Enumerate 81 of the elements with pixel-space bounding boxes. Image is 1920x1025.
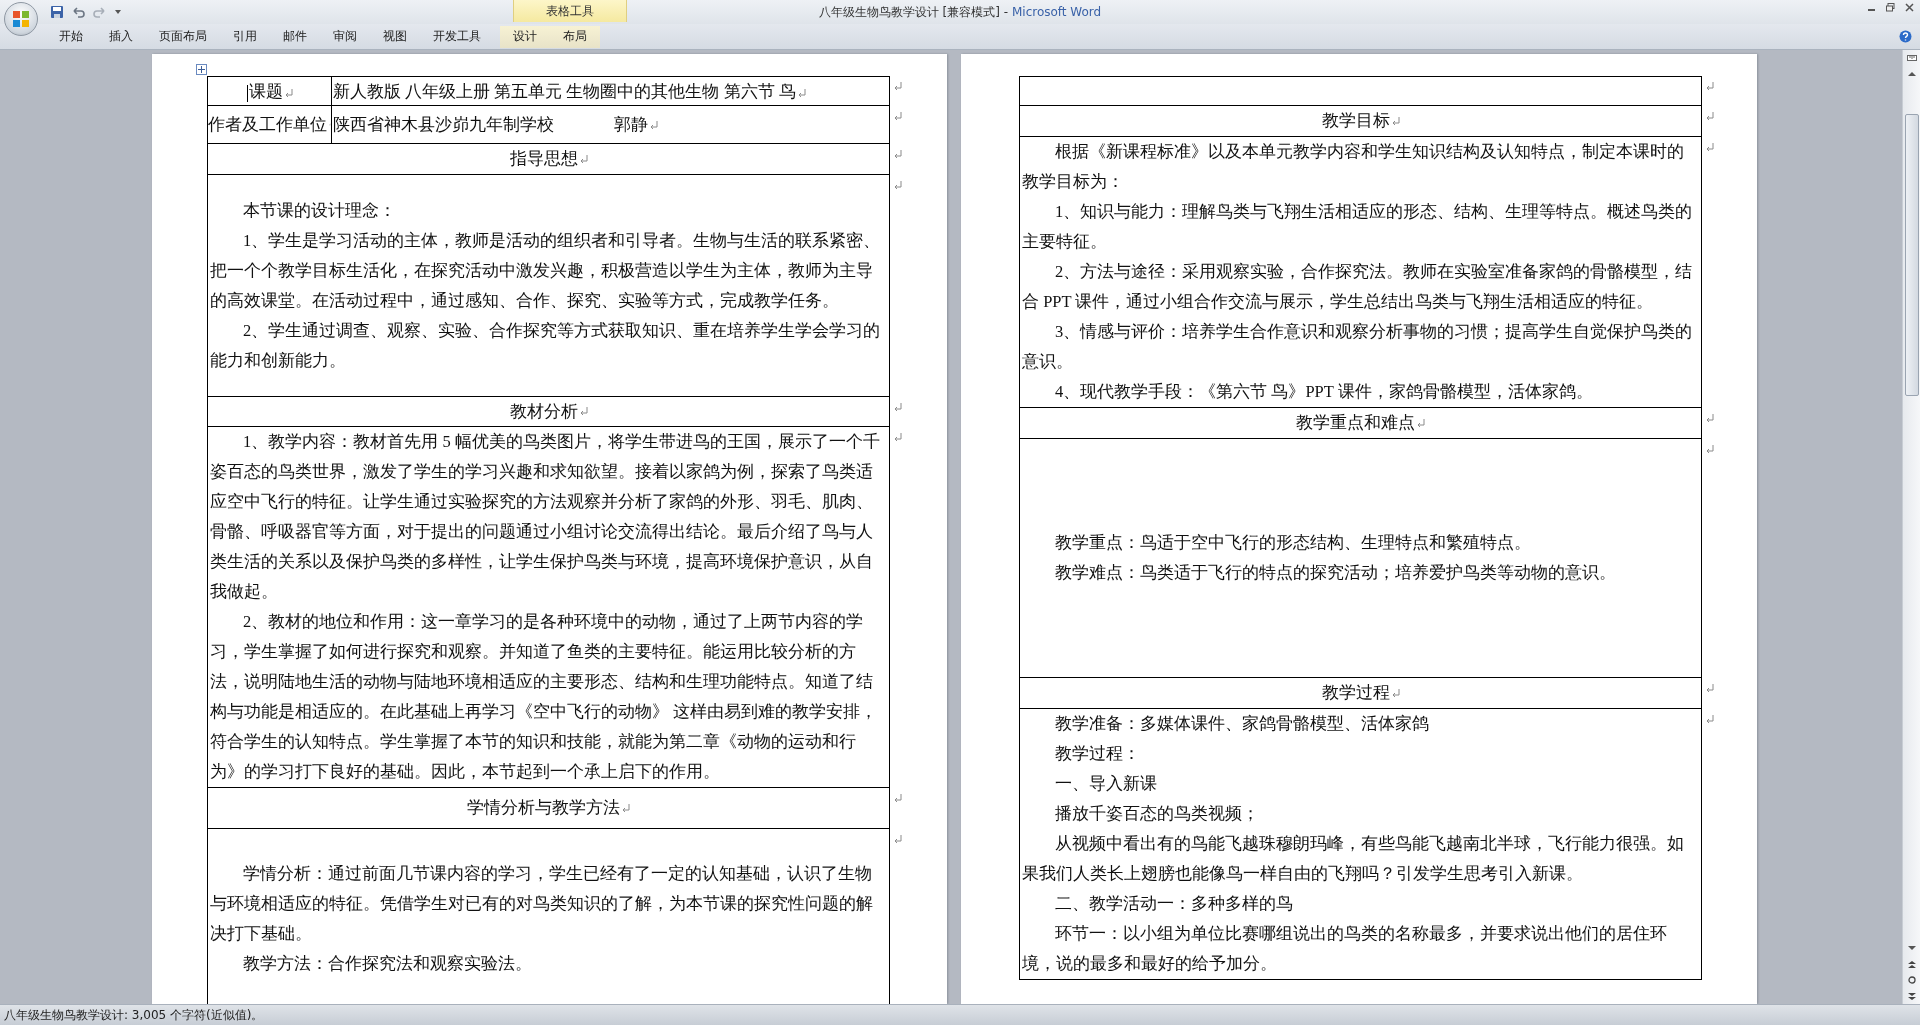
- author-name: 郭静: [614, 114, 648, 134]
- paragraph: 根据《新课程标准》以及本单元教学内容和学生知识结构及认知特点，制定本课时的教学目标为：: [1022, 141, 1685, 193]
- office-button[interactable]: [4, 2, 38, 36]
- ribbon-tab[interactable]: 邮件: [270, 25, 320, 48]
- paragraph: 环节一：以小组为单位比赛哪组说出的鸟类的名称最多，并要求说出他们的居住环境，说的最多和最好的给予加分。: [1022, 923, 1668, 975]
- paragraph-mark-icon: [622, 803, 630, 813]
- paragraph-mark-icon: [894, 433, 902, 442]
- paragraph-mark-icon: [1706, 82, 1714, 91]
- paragraph-mark-icon: [894, 150, 902, 159]
- vertical-scrollbar[interactable]: [1902, 50, 1920, 1004]
- ribbon-tab[interactable]: 插入: [96, 25, 146, 48]
- caret-icon[interactable]: [114, 8, 122, 16]
- paragraph: 教学重点：鸟适于空中飞行的形态结构、生理特点和繁殖特点。: [1054, 532, 1532, 554]
- paragraph: 4、现代教学手段：《第六节 鸟》PPT 课件，家鸽骨骼模型，活体家鸽。: [1054, 381, 1594, 403]
- paragraph: 2、学生通过调查、观察、实验、合作探究等方式获取知识、重在培养学生学会学习的能力和创新能力。: [210, 319, 882, 372]
- ribbon-tab[interactable]: 引用: [220, 25, 270, 48]
- paragraph: 本节课的设计理念：: [242, 199, 397, 222]
- section-heading: 指导思想: [509, 148, 578, 170]
- status-text: 八年级生物鸟教学设计: 3,005 个字符(近似值)。: [4, 1006, 264, 1024]
- save-icon[interactable]: [50, 5, 64, 19]
- field-value: 陕西省神木县沙峁九年制学校: [333, 113, 554, 136]
- paragraph-mark-icon: [1706, 112, 1714, 121]
- paragraph: 1、学生是学习活动的主体，教师是活动的组织者和引导者。生物与生活的联系紧密、把一个个教学目标生活化，在探究活动中激发兴趣，积极营造以学生为主体，教师为主导的高效课堂。在活动过程中，通过感知、合作、探究、实验等方式，完成教学任务。: [210, 229, 882, 312]
- paragraph-mark-icon: [1706, 414, 1714, 423]
- paragraph-mark-icon: [1706, 445, 1714, 454]
- paragraph-mark-icon: [894, 82, 902, 91]
- paragraph-mark-icon: [579, 407, 588, 416]
- paragraph: 2、方法与途径：采用观察实验，合作探究法。教师在实验室准备家鸽的骨骼模型，结合 PPT 课件，通过小组合作交流与展示，学生总结出鸟类与飞翔生活相适应的特征。: [1022, 261, 1694, 313]
- paragraph-mark-icon: [894, 835, 902, 844]
- paragraph: 3、情感与评价：培养学生合作意识和观察分析事物的习惯；提高学生自觉保护鸟类的意识。: [1022, 321, 1694, 373]
- paragraph: 二、教学活动一：多种多样的鸟: [1054, 893, 1294, 915]
- paragraph: 1、知识与能力：理解鸟类与飞翔生活相适应的形态、结构、生理等特点。概述鸟类的主要特征。: [1022, 201, 1694, 253]
- scrollbar-thumb[interactable]: [1904, 114, 1919, 396]
- section-heading: 教学重点和难点: [1296, 412, 1415, 434]
- ribbon-tab[interactable]: 视图: [370, 25, 420, 48]
- paragraph-mark-icon: [284, 88, 293, 98]
- paragraph-mark-icon: [1391, 116, 1400, 126]
- paragraph: 学情分析：通过前面几节课内容的学习，学生已经有了一定的认知基础，认识了生物与环境相适应的特征。凭借学生对已有的对鸟类知识的了解，为本节课的探究性问题的解决打下基础。: [210, 862, 874, 945]
- paragraph-mark-icon: [894, 794, 902, 803]
- ribbon-tab[interactable]: 布局: [550, 25, 600, 48]
- paragraph-mark-icon: [894, 181, 902, 190]
- paragraph: 一、导入新课: [1054, 773, 1158, 795]
- paragraph: 2、教材的地位和作用：这一章学习的是各种环境中的动物，通过了上两节内容的学习，学生掌握了如何进行探究和观察。并知道了鱼类的主要特征。能运用比较分析的方法，说明陆地生活的动物与陆地环境相适应的主要形态、结构和生理功能特点。知道了结构与功能是相适应的。在此基础上再学习《空中飞行的动物》 这样由易到难的教学安排，符合学生的认知特点。学生掌握了本节的知识和技能，就能为第二章《动物的运动和行为》的学习打下良好的基础。因此，本节起到一个承上启下的作用。: [210, 611, 879, 783]
- ribbon-tab[interactable]: 开始: [46, 25, 96, 48]
- paragraph-mark-icon: [1706, 684, 1714, 693]
- paragraph: 教学难点：鸟类适于飞行的特点的探究活动；培养爱护鸟类等动物的意识。: [1054, 562, 1617, 584]
- paragraph: 从视频中看出有的鸟能飞越珠穆朗玛峰，有些鸟能飞越南北半球，飞行能力很强。如果我们人类长上翅膀也能像鸟一样自由的飞翔吗？引发学生思考引入新课。: [1022, 833, 1685, 885]
- paragraph: 教学准备：多媒体课件、家鸽骨骼模型、活体家鸽: [1054, 713, 1430, 735]
- office-logo-icon: [11, 9, 31, 29]
- paragraph-mark-icon: [894, 112, 902, 121]
- window-title: 八年级生物鸟教学设计 [兼容模式] - Microsoft Word: [818, 5, 1102, 19]
- section-heading: 教学目标: [1321, 110, 1390, 132]
- ribbon-tab[interactable]: 开发工具: [420, 25, 494, 48]
- paragraph-mark-icon: [894, 403, 902, 412]
- paragraph: 教学方法：合作探究法和观察实验法。: [242, 952, 533, 975]
- close-icon[interactable]: [1905, 3, 1914, 12]
- table-move-handle-icon[interactable]: [196, 64, 207, 75]
- contextual-group-label: 表格工具: [513, 0, 627, 22]
- section-heading: 教学过程: [1321, 682, 1390, 704]
- paragraph: 播放千姿百态的鸟类视频；: [1054, 803, 1260, 825]
- field-label: 作者及工作单位: [208, 113, 327, 136]
- paragraph-mark-icon: [797, 88, 806, 98]
- ribbon-tab[interactable]: 页面布局: [146, 25, 220, 48]
- restore-icon[interactable]: [1886, 3, 1895, 12]
- text-cursor: [246, 84, 248, 102]
- field-value: 新人教版 八年级上册 第五单元 生物圈中的其他生物 第六节 鸟: [333, 82, 796, 101]
- paragraph-mark-icon: [1706, 143, 1714, 152]
- paragraph-mark-icon: [1417, 418, 1425, 428]
- paragraph-mark-icon: [579, 154, 588, 164]
- paragraph-mark-icon: [1706, 715, 1714, 724]
- paragraph-mark-icon: [1391, 688, 1400, 698]
- field-label: 课题: [248, 82, 283, 101]
- ribbon-tab[interactable]: 审阅: [320, 25, 370, 48]
- help-icon[interactable]: [1899, 30, 1912, 43]
- ribbon-tab[interactable]: 设计: [500, 25, 550, 48]
- paragraph: 1、教学内容：教材首先用 5 幅优美的鸟类图片，将学生带进鸟的王国，展示了一个千姿百态的鸟类世界，激发了学生的学习兴趣和求知欲望。接着以家鸽为例，探索了鸟类适应空中飞行的特征。让学生通过实验探究的方法观察并分析了家鸽的外形、羽毛、肌肉、骨骼、呼吸器官等方面，对于提出的问题通过小组讨论交流得出结论。最后介绍了鸟与人类生活的关系以及保护鸟类的多样性，让学生保护鸟类与环境，提高环境保护意识，从自我做起。: [210, 431, 881, 603]
- section-heading: 教材分析: [509, 400, 578, 423]
- paragraph: 教学过程：: [1054, 743, 1141, 765]
- paragraph-mark-icon: [650, 121, 658, 131]
- undo-icon[interactable]: [70, 5, 86, 19]
- section-heading: 学情分析与教学方法: [467, 797, 620, 819]
